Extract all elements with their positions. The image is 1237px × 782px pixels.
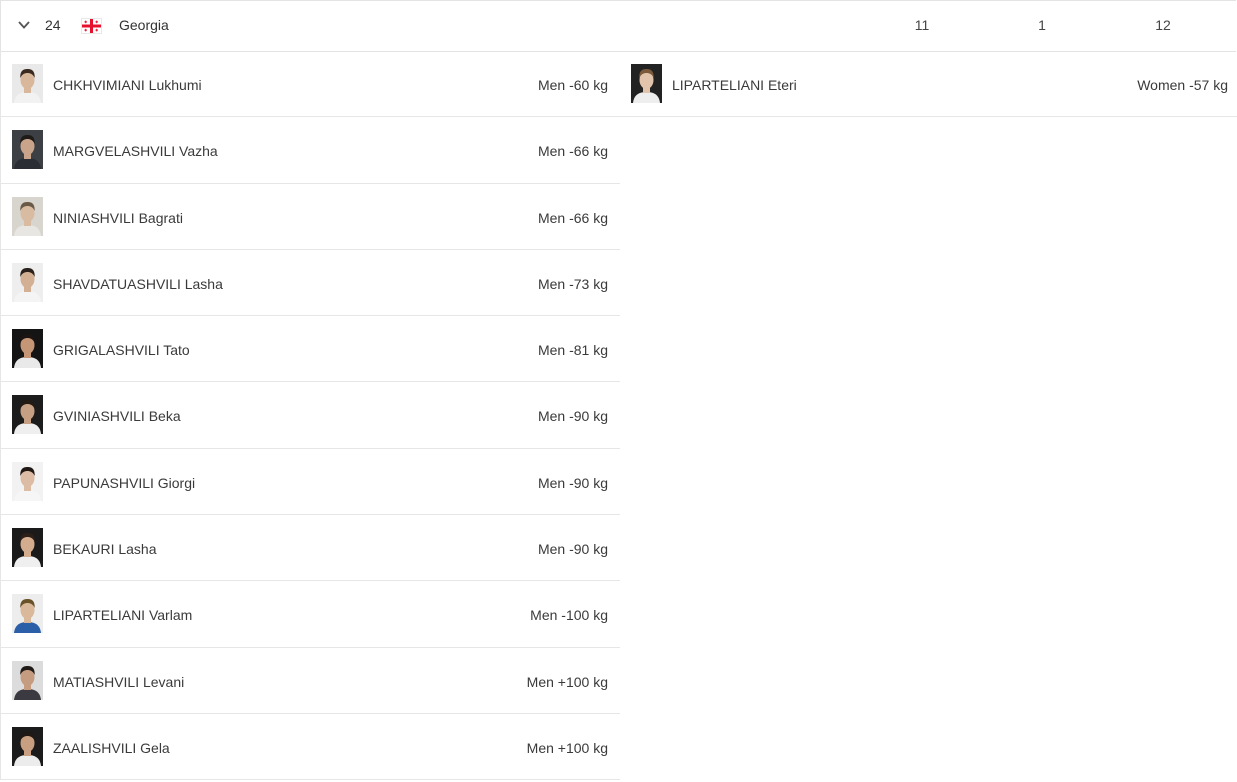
athlete-photo[interactable] (12, 461, 43, 501)
athlete-photo[interactable] (12, 262, 43, 302)
athlete-photo[interactable] (12, 528, 43, 568)
weight-category: Men -73 kg (537, 275, 608, 292)
athlete-photo[interactable] (12, 395, 43, 435)
athlete-row[interactable]: LIPARTELIANI Varlam Men -100 kg (0, 581, 620, 648)
athlete-photo[interactable] (12, 130, 43, 170)
georgia-flag-icon (81, 18, 102, 34)
weight-category: Men -90 kg (537, 541, 608, 558)
athlete-name[interactable]: GVINIASHVILI Beka (53, 408, 181, 424)
athlete-photo[interactable] (12, 64, 43, 103)
rank-value: 24 (45, 17, 61, 33)
athlete-row[interactable]: MATIASHVILI Levani Men +100 kg (0, 647, 620, 714)
weight-category: Women -57 kg (1137, 77, 1228, 93)
weight-category: Men -60 kg (537, 77, 608, 93)
athlete-row[interactable]: BEKAURI Lasha Men -90 kg (0, 515, 620, 582)
athlete-name[interactable]: MATIASHVILI Levani (53, 674, 184, 690)
athlete-name[interactable]: ZAALISHVILI Gela (53, 740, 170, 756)
athlete-photo[interactable] (12, 594, 43, 634)
athlete-name[interactable]: LIPARTELIANI Eteri (672, 77, 797, 93)
athlete-row[interactable]: GRIGALASHVILI Tato Men -81 kg (0, 316, 620, 383)
athlete-photo[interactable] (12, 196, 43, 236)
athlete-photo[interactable] (631, 64, 662, 103)
athlete-row[interactable]: LIPARTELIANI Eteri Women -57 kg (620, 51, 1237, 118)
athlete-name[interactable]: SHAVDATUASHVILI Lasha (53, 276, 223, 292)
athlete-name[interactable]: LIPARTELIANI Varlam (53, 607, 192, 623)
athlete-row[interactable]: PAPUNASHVILI Giorgi Men -90 kg (0, 448, 620, 516)
athlete-name[interactable]: NINIASHVILI Bagrati (53, 210, 183, 226)
weight-category: Men -100 kg (530, 607, 608, 624)
athlete-name[interactable]: PAPUNASHVILI Giorgi (53, 475, 195, 491)
weight-category: Men +100 kg (526, 673, 608, 690)
weight-category: Men -90 kg (537, 474, 608, 491)
women-count: 1 (1038, 17, 1046, 33)
athlete-row[interactable]: CHKHVIMIANI Lukhumi Men -60 kg (0, 51, 620, 118)
weight-category: Men -90 kg (537, 408, 608, 425)
women-athlete-list: LIPARTELIANI Eteri Women -57 kg (620, 51, 1237, 118)
athlete-photo[interactable] (12, 660, 43, 700)
athlete-row[interactable]: ZAALISHVILI Gela Men +100 kg (0, 713, 620, 781)
athlete-name[interactable]: BEKAURI Lasha (53, 541, 157, 557)
athlete-photo[interactable] (12, 726, 43, 766)
weight-category: Men -66 kg (537, 209, 608, 226)
country-name: Georgia (119, 17, 169, 33)
men-athlete-list: CHKHVIMIANI Lukhumi Men -60 kg MARGVELASHV… (0, 51, 620, 781)
men-count: 11 (914, 17, 930, 33)
athlete-row[interactable]: GVINIASHVILI Beka Men -90 kg (0, 382, 620, 449)
athlete-row[interactable]: SHAVDATUASHVILI Lasha Men -73 kg (0, 249, 620, 317)
weight-category: Men -81 kg (537, 342, 608, 359)
athlete-photo[interactable] (12, 329, 43, 369)
athlete-row[interactable]: NINIASHVILI Bagrati Men -66 kg (0, 183, 620, 250)
athlete-row[interactable]: MARGVELASHVILI Vazha Men -66 kg (0, 117, 620, 184)
athlete-name[interactable]: GRIGALASHVILI Tato (53, 342, 190, 358)
athlete-name[interactable]: MARGVELASHVILI Vazha (53, 143, 218, 159)
athlete-name[interactable]: CHKHVIMIANI Lukhumi (53, 77, 202, 93)
chevron-down-icon[interactable] (17, 18, 31, 32)
total-count: 12 (1155, 17, 1171, 33)
weight-category: Men +100 kg (526, 739, 608, 756)
country-row[interactable]: 24 Georgia 11 1 12 (0, 0, 1236, 52)
weight-category: Men -66 kg (537, 143, 608, 160)
